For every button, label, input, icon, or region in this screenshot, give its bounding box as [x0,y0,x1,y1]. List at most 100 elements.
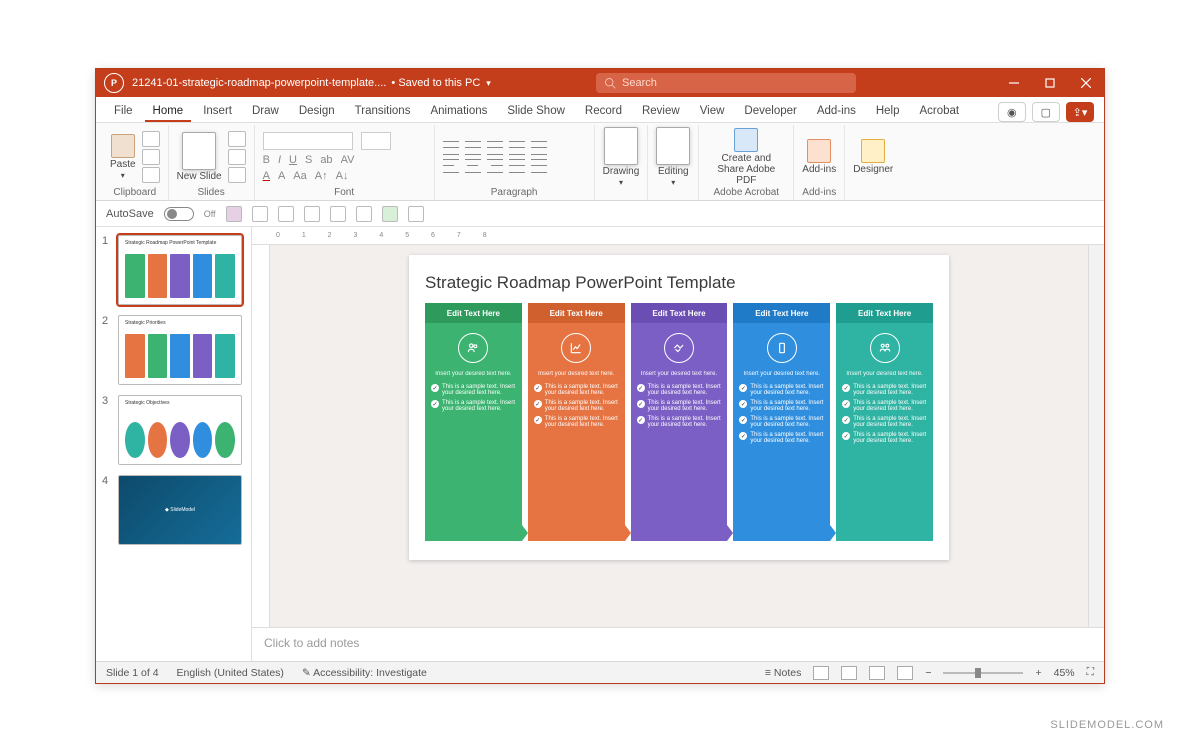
tab-addins[interactable]: Add-ins [809,101,864,122]
tab-record[interactable]: Record [577,101,630,122]
shadow-button[interactable]: ab [320,154,332,166]
strike-button[interactable]: S [305,154,312,166]
fit-to-window-button[interactable]: ⛶ [1087,666,1094,679]
zoom-out-button[interactable]: − [925,667,931,679]
designer-button[interactable]: Designer [853,139,893,175]
phone-icon [767,333,797,363]
tab-design[interactable]: Design [291,101,343,122]
thumbnail-3[interactable]: 3 Strategic Objectives [102,395,245,465]
chevron-down-icon[interactable]: ▾ [486,78,491,89]
language-indicator[interactable]: English (United States) [177,667,284,679]
more-button[interactable] [408,206,424,222]
font-size-select[interactable] [361,132,391,150]
spacing-button[interactable]: AV [341,154,355,166]
slide-title[interactable]: Strategic Roadmap PowerPoint Template [425,273,933,293]
tab-home[interactable]: Home [145,101,192,122]
thumbnail-4[interactable]: 4 ◆ SlideModel [102,475,245,545]
touch-mode-button[interactable] [356,206,372,222]
slide-counter[interactable]: Slide 1 of 4 [106,667,159,679]
undo-button[interactable] [252,206,268,222]
new-button[interactable] [330,206,346,222]
highlight-button[interactable]: A [278,170,285,182]
record-pill-button[interactable]: ◉ [998,102,1026,122]
attribution: SLIDEMODEL.COM [1050,719,1164,731]
format-painter-button[interactable] [142,167,160,183]
thumbnail-2[interactable]: 2 Strategic Priorities [102,315,245,385]
section-button[interactable] [228,167,246,183]
tab-view[interactable]: View [692,101,733,122]
align-right-button[interactable] [487,159,503,173]
paste-button[interactable]: Paste▾ [110,134,136,180]
shrink-font-button[interactable]: A↓ [336,170,349,182]
redo-button[interactable] [278,206,294,222]
notes-toggle[interactable]: ≡ Notes [765,667,801,679]
new-slide-button[interactable]: New Slide [177,132,222,182]
tab-insert[interactable]: Insert [195,101,240,122]
drawing-button[interactable]: Drawing▾ [603,127,640,187]
zoom-level[interactable]: 45% [1054,667,1075,679]
line-spacing-button[interactable] [531,141,547,155]
save-button[interactable] [226,206,242,222]
roadmap-column-5[interactable]: Edit Text Here Insert your desired text … [836,303,933,541]
tab-review[interactable]: Review [634,101,688,122]
normal-view-button[interactable] [813,666,829,680]
zoom-slider[interactable] [943,672,1023,674]
vertical-scrollbar[interactable] [1088,245,1104,627]
bold-button[interactable]: B [263,154,270,166]
slide-editing-area[interactable]: Strategic Roadmap PowerPoint Template Ed… [270,245,1088,627]
search-input[interactable]: Search [596,73,856,93]
share-button[interactable]: ⇪▾ [1066,102,1094,122]
start-slideshow-button[interactable] [382,206,398,222]
save-status[interactable]: • Saved to this PC [388,77,480,89]
italic-button[interactable]: I [278,154,281,166]
align-left-button[interactable] [443,159,459,173]
justify-button[interactable] [509,159,525,173]
group-paragraph: Paragraph [435,125,595,200]
reading-view-button[interactable] [869,666,885,680]
minimize-button[interactable] [996,69,1032,97]
cut-button[interactable] [142,131,160,147]
zoom-in-button[interactable]: + [1035,667,1041,679]
font-color-button[interactable]: A [263,170,270,182]
tab-animations[interactable]: Animations [422,101,495,122]
tab-file[interactable]: File [106,101,141,122]
underline-button[interactable]: U [289,154,297,166]
thumbnail-1[interactable]: 1 Strategic Roadmap PowerPoint Template [102,235,245,305]
addins-button[interactable]: Add-ins [802,139,836,175]
reset-button[interactable] [228,149,246,165]
tab-acrobat[interactable]: Acrobat [912,101,968,122]
roadmap-column-4[interactable]: Edit Text Here Insert your desired text … [733,303,830,541]
editing-button[interactable]: Editing▾ [656,127,690,187]
indent-inc-button[interactable] [509,141,525,155]
notes-pane[interactable]: Click to add notes [252,627,1104,661]
maximize-button[interactable] [1032,69,1068,97]
accessibility-indicator[interactable]: ✎ Accessibility: Investigate [302,667,427,679]
layout-button[interactable] [228,131,246,147]
group-adobe: Create and Share Adobe PDF Adobe Acrobat [699,125,794,200]
close-button[interactable] [1068,69,1104,97]
numbering-button[interactable] [465,141,481,155]
change-case-button[interactable]: Aa [293,170,306,182]
present-pill-button[interactable]: ▢ [1032,102,1060,122]
columns-button[interactable] [531,159,547,173]
roadmap-column-1[interactable]: Edit Text Here Insert your desired text … [425,303,522,541]
indent-dec-button[interactable] [487,141,503,155]
grow-font-button[interactable]: A↑ [315,170,328,182]
roadmap-column-3[interactable]: Edit Text Here Insert your desired text … [631,303,728,541]
align-center-button[interactable] [465,159,481,173]
tab-developer[interactable]: Developer [736,101,804,122]
roadmap-column-2[interactable]: Edit Text Here Insert your desired text … [528,303,625,541]
tab-help[interactable]: Help [868,101,908,122]
adobe-pdf-button[interactable]: Create and Share Adobe PDF [707,128,785,186]
tab-slideshow[interactable]: Slide Show [499,101,573,122]
font-family-select[interactable] [263,132,353,150]
sorter-view-button[interactable] [841,666,857,680]
slideshow-view-button[interactable] [897,666,913,680]
copy-button[interactable] [142,149,160,165]
tab-transitions[interactable]: Transitions [347,101,419,122]
tab-draw[interactable]: Draw [244,101,287,122]
open-button[interactable] [304,206,320,222]
autosave-toggle[interactable] [164,207,194,221]
bullets-button[interactable] [443,141,459,155]
current-slide[interactable]: Strategic Roadmap PowerPoint Template Ed… [409,255,949,560]
